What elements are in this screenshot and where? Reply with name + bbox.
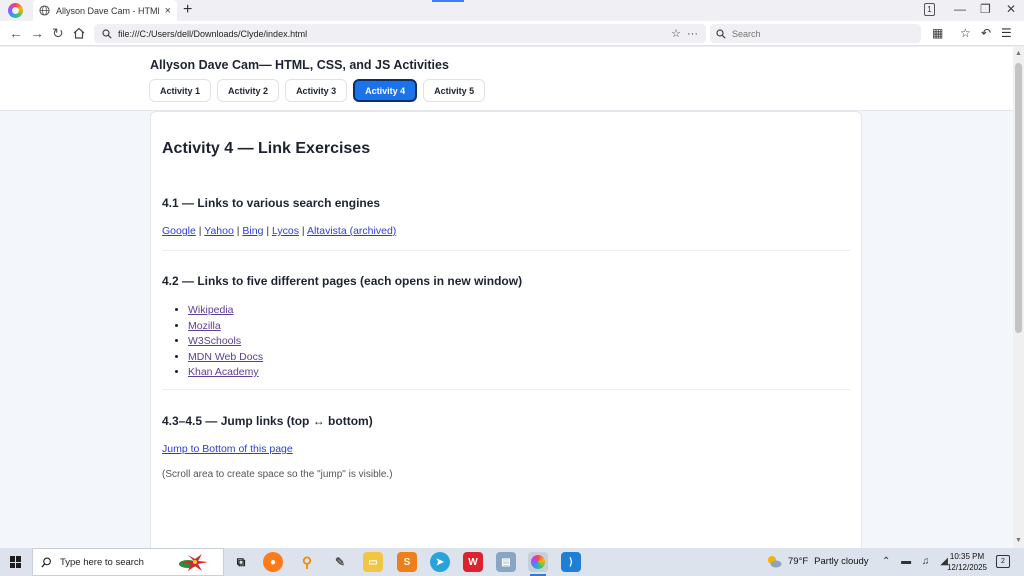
nav-activity-4[interactable]: Activity 4 — [353, 79, 418, 102]
new-tab-button[interactable]: + — [183, 1, 192, 19]
sublime-icon[interactable]: S — [397, 552, 417, 572]
vscode-icon[interactable]: ⟩ — [561, 552, 581, 572]
history-undo-icon[interactable]: ↶ — [981, 26, 991, 40]
pages-link-list: Wikipedia Mozilla W3Schools MDN Web Docs… — [188, 303, 263, 381]
link-wikipedia[interactable]: Wikipedia — [188, 304, 234, 316]
tab-count-button[interactable]: 1 — [924, 3, 935, 16]
page-heading: Activity 4 — Link Exercises — [162, 140, 371, 157]
weather-desc: Partly cloudy — [814, 555, 869, 567]
link-w3schools[interactable]: W3Schools — [188, 335, 241, 347]
list-item: W3Schools — [188, 334, 263, 350]
extensions-grid-icon[interactable]: ▦ — [932, 26, 943, 40]
taskbar-clock[interactable]: 10:35 PM 12/12/2025 — [944, 551, 990, 573]
list-item: Khan Academy — [188, 365, 263, 381]
favorites-icon[interactable]: ☆ — [960, 26, 971, 40]
list-item: Wikipedia — [188, 303, 263, 319]
clock-date: 12/12/2025 — [946, 563, 988, 572]
search-icon — [102, 28, 112, 39]
section-divider — [162, 250, 850, 251]
file-explorer-icon[interactable]: ▭ — [363, 552, 383, 572]
search-bar[interactable] — [710, 24, 921, 43]
site-title: Allyson Dave Cam— HTML, CSS, and JS Acti… — [150, 58, 449, 72]
system-tray-icons[interactable]: ⌃ ▬ ♫ ◢ — [882, 556, 952, 567]
search-icon — [716, 28, 726, 39]
search-input[interactable] — [732, 28, 912, 39]
list-item: MDN Web Docs — [188, 350, 263, 366]
content-card: Activity 4 — Link Exercises 4.1 — Links … — [150, 111, 862, 548]
back-button[interactable]: ← — [9, 25, 23, 41]
firefox-icon[interactable]: ● — [263, 552, 283, 572]
paint-app-icon[interactable]: ✎ — [330, 552, 350, 572]
activity-nav: Activity 1 Activity 2 Activity 3 Activit… — [149, 79, 486, 102]
list-item: Mozilla — [188, 319, 263, 335]
partly-cloudy-icon — [768, 556, 782, 568]
tab-close-icon[interactable]: × — [165, 5, 171, 17]
browser-logo-icon[interactable] — [8, 3, 23, 18]
start-button[interactable] — [10, 556, 22, 568]
forward-button[interactable]: → — [30, 25, 44, 41]
link-khan-academy[interactable]: Khan Academy — [188, 366, 259, 378]
restore-button[interactable]: ❐ — [980, 2, 991, 16]
windows-taskbar: Type here to search ⧉ ● ⚲ ✎ ▭ S ➤ W ▤ ⟩ … — [0, 548, 1024, 576]
nav-activity-2[interactable]: Activity 2 — [217, 79, 280, 102]
site-header: Allyson Dave Cam— HTML, CSS, and JS Acti… — [0, 47, 1013, 111]
section-4-3-heading: 4.3–4.5 — Jump links (top ↔ bottom) — [162, 414, 373, 428]
close-window-button[interactable]: ✕ — [1006, 2, 1016, 16]
bookmark-star-icon[interactable]: ☆ — [671, 27, 681, 40]
link-yahoo[interactable]: Yahoo — [204, 225, 234, 237]
link-separator: | — [263, 225, 272, 237]
jump-to-bottom-link[interactable]: Jump to Bottom of this page — [162, 443, 293, 455]
page-actions-icon[interactable]: ··· — [687, 28, 698, 40]
link-separator: | — [299, 225, 307, 237]
link-mozilla[interactable]: Mozilla — [188, 320, 221, 332]
browser-toolbar: ← → ↻ file:///C:/Users/dell/Downloads/Cl… — [0, 21, 1024, 46]
search-app-icon[interactable]: ⚲ — [297, 552, 317, 572]
section-divider — [162, 389, 850, 390]
clock-time: 10:35 PM — [949, 552, 985, 561]
reload-button[interactable]: ↻ — [52, 25, 64, 41]
link-altavista[interactable]: Altavista (archived) — [307, 225, 396, 237]
weather-widget[interactable]: 79°F Partly cloudy — [766, 554, 869, 568]
search-engine-links: Google | Yahoo | Bing | Lycos | Altavist… — [162, 225, 396, 237]
weather-temp: 79°F — [788, 555, 809, 567]
address-bar[interactable]: file:///C:/Users/dell/Downloads/Clyde/in… — [94, 24, 706, 43]
telegram-icon[interactable]: ➤ — [430, 552, 450, 572]
scroll-note: (Scroll area to create space so the "jum… — [162, 469, 393, 480]
scroll-up-icon[interactable]: ▲ — [1015, 50, 1022, 57]
notepad-icon[interactable]: ▤ — [496, 552, 516, 572]
link-lycos[interactable]: Lycos — [272, 225, 299, 237]
nav-activity-3[interactable]: Activity 3 — [285, 79, 348, 102]
browser-taskbar-icon[interactable] — [528, 552, 548, 576]
tab-strip: Allyson Dave Cam - HTML, C × + 1 — ❐ ✕ — [0, 0, 1024, 21]
link-google[interactable]: Google — [162, 225, 196, 237]
home-icon[interactable] — [73, 27, 85, 39]
nav-activity-5[interactable]: Activity 5 — [423, 79, 486, 102]
link-bing[interactable]: Bing — [242, 225, 263, 237]
task-view-icon[interactable]: ⧉ — [231, 552, 251, 572]
link-separator: | — [195, 225, 205, 237]
notification-icon[interactable]: 2 — [996, 555, 1010, 568]
link-mdn[interactable]: MDN Web Docs — [188, 351, 263, 363]
globe-icon — [39, 5, 50, 16]
browser-tab[interactable]: Allyson Dave Cam - HTML, C × — [33, 0, 177, 21]
taskbar-search-text: Type here to search — [60, 556, 144, 568]
scroll-down-icon[interactable]: ▼ — [1015, 537, 1022, 544]
wps-office-icon[interactable]: W — [463, 552, 483, 572]
menu-icon[interactable]: ☰ — [1001, 26, 1012, 40]
section-4-2-heading: 4.2 — Links to five different pages (eac… — [162, 274, 523, 288]
tab-drag-indicator — [432, 0, 464, 2]
nav-activity-1[interactable]: Activity 1 — [149, 79, 212, 102]
scroll-thumb[interactable] — [1015, 63, 1022, 333]
poinsettia-icon — [179, 554, 208, 571]
url-text: file:///C:/Users/dell/Downloads/Clyde/in… — [118, 28, 308, 39]
vertical-scrollbar[interactable]: ▲ ▼ — [1013, 47, 1024, 548]
page-viewport: Allyson Dave Cam— HTML, CSS, and JS Acti… — [0, 47, 1013, 548]
section-4-1-heading: 4.1 — Links to various search engines — [162, 196, 381, 210]
search-icon — [41, 557, 51, 568]
tab-title: Allyson Dave Cam - HTML, C — [56, 5, 159, 16]
minimize-button[interactable]: — — [954, 2, 966, 16]
